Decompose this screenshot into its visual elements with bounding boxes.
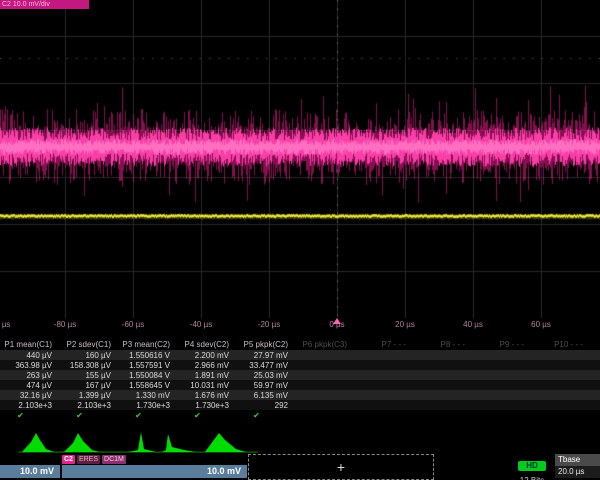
measure-column-header[interactable]: P7 - - - [354,340,413,349]
measure-column-header[interactable]: P3 mean(C2) [118,340,177,349]
x-tick-label: 20 µs [395,320,415,329]
measure-status-check: ✔ [236,411,295,420]
waveform-grid[interactable] [0,0,600,318]
measure-column-header[interactable]: P2 sdev(C1) [59,340,118,349]
measure-column-header[interactable]: P1 mean(C1) [0,340,59,349]
measure-value-cell: 59.97 mV [236,381,295,390]
P3-histogram[interactable] [128,432,156,452]
P4-histogram[interactable] [162,434,196,452]
c1-vertical-scale: 10.0 mV [0,465,60,478]
timebase-descriptor[interactable]: Tbase 20.0 µs [555,454,600,479]
measure-value-cell: 474 µV [0,381,59,390]
measure-value-cell: 10.031 mV [177,381,236,390]
measure-value-cell: 1.330 mV [118,391,177,400]
hd-bits-label: 12 Bits [512,476,552,480]
measure-column-header[interactable]: P8 - - - [413,340,472,349]
measure-value-cell: 2.103e+3 [0,401,59,410]
measure-status-check: ✔ [177,411,236,420]
hd-mode-indicator[interactable]: HD 12 Bits [512,455,552,480]
measure-value-cell: 1.730e+3 [118,401,177,410]
measure-value-cell: 292 [236,401,295,410]
measure-status-check: ✔ [118,411,177,420]
add-trace-button[interactable]: + [248,454,434,480]
measure-value-cell: 27.97 mV [236,351,295,360]
x-tick-label: -20 µs [258,320,280,329]
measure-value-cell: 1.730e+3 [177,401,236,410]
measure-value-cell: 33.477 mV [236,361,295,370]
measure-value-cell: 363.98 µV [0,361,59,370]
measurement-histicons[interactable] [0,430,300,454]
hd-badge: HD [518,461,546,471]
measure-value-cell: 1.676 mV [177,391,236,400]
measure-column-header[interactable]: P6 pkpk(C3) [295,340,354,349]
x-tick-label: -60 µs [122,320,144,329]
x-tick-label: 40 µs [463,320,483,329]
measure-value-cell: 263 µV [0,371,59,380]
measure-value-cell: 1.550616 V [118,351,177,360]
measure-column-header[interactable]: P5 pkpk(C2) [236,340,295,349]
timebase-title: Tbase [555,454,600,466]
measure-value-cell: 25.03 mV [236,371,295,380]
x-tick-label: -100 µs [0,320,10,329]
measure-value-cell: 1.399 µV [59,391,118,400]
trigger-position-marker[interactable] [333,318,341,324]
measure-value-cell: 2.103e+3 [59,401,118,410]
c2-vertical-scale: 10.0 mV [62,465,247,478]
time-axis: -100 µs-80 µs-60 µs-40 µs-20 µs0 µs20 µs… [0,318,600,332]
x-tick-label: -40 µs [190,320,212,329]
descriptor-bar: C1 ERES DC1M 10.0 mV C2 ERES DC1M 10.0 m… [0,453,600,480]
measure-value-cell: 1.558645 V [118,381,177,390]
measurement-table: P1 mean(C1)P2 sdev(C1)P3 mean(C2)P4 sdev… [0,339,600,420]
x-tick-label: -80 µs [54,320,76,329]
c2-label-badge: C2 [62,455,75,464]
measure-value-cell: 32.16 µV [0,391,59,400]
measure-value-cell: 158.308 µV [59,361,118,370]
measure-status-check: ✔ [59,411,118,420]
P2-histogram[interactable] [64,433,100,452]
c2-coupling-badge: DC1M [102,455,126,464]
measure-value-cell: 2.200 mV [177,351,236,360]
selected-trace-badge: C2 10.0 mV/div [0,0,89,9]
measure-value-cell: 6.135 mV [236,391,295,400]
measure-column-header[interactable]: P4 sdev(C2) [177,340,236,349]
P1-histogram[interactable] [22,433,54,452]
measure-value-cell: 167 µV [59,381,118,390]
oscilloscope-screen: C2 10.0 mV/div -100 µs -80 µs -60 µs -40 µs… [0,0,600,480]
c2-eres-badge: ERES [77,455,100,464]
measure-value-cell: 1.891 mV [177,371,236,380]
x-tick-label: 60 µs [531,320,551,329]
P5-histogram[interactable] [205,433,246,452]
measure-value-cell: 1.550084 V [118,371,177,380]
measure-column-header[interactable]: P9 - - - [472,340,531,349]
measure-value-cell: 440 µV [0,351,59,360]
plus-icon: + [337,459,345,475]
measure-value-cell: 1.557591 V [118,361,177,370]
measure-status-check: ✔ [0,411,59,420]
timebase-value: 20.0 µs [555,466,600,478]
measure-value-cell: 2.966 mV [177,361,236,370]
channel-c2-descriptor[interactable]: C2 ERES DC1M 10.0 mV [62,453,247,479]
measure-value-cell: 155 µV [59,371,118,380]
measure-column-header[interactable]: P10 - - - [531,340,590,349]
channel-c1-descriptor[interactable]: C1 ERES DC1M 10.0 mV [0,453,60,479]
measure-value-cell: 160 µV [59,351,118,360]
